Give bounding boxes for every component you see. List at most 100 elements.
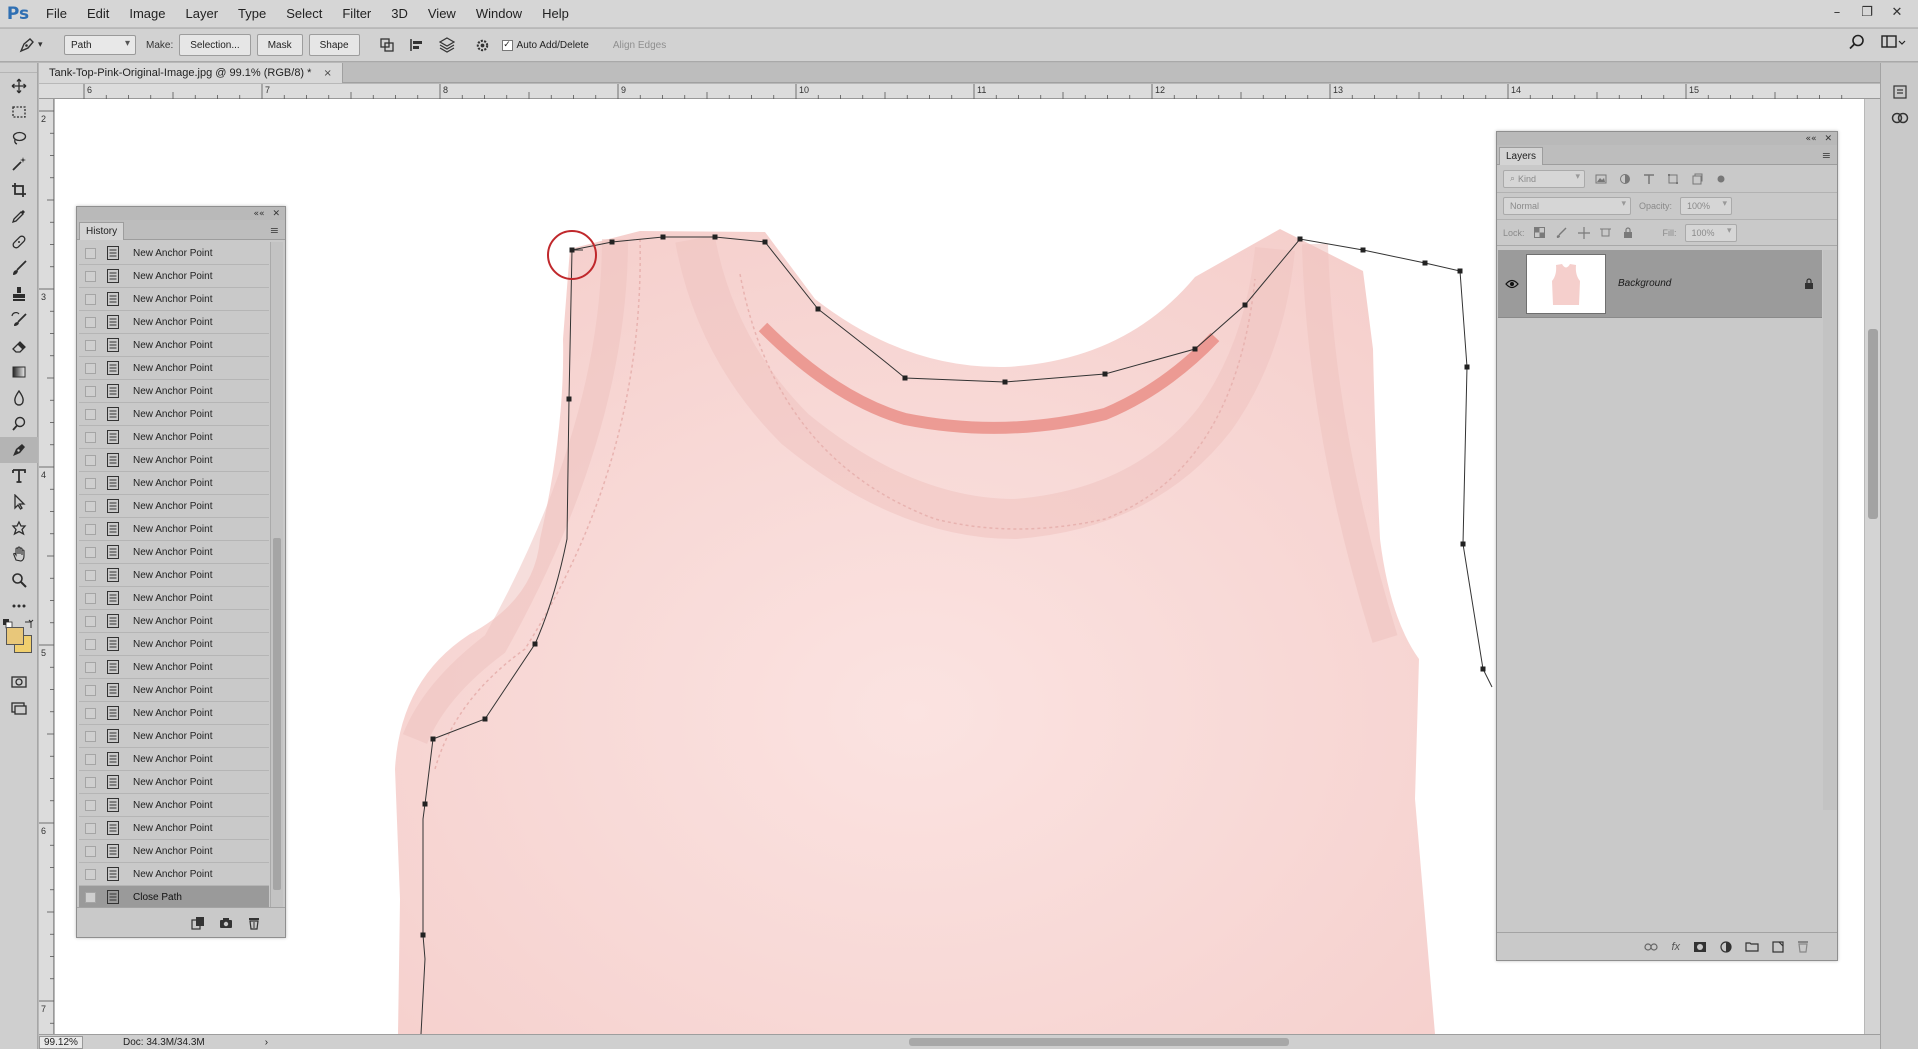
delete-layer-trash-icon[interactable]: [1797, 940, 1809, 953]
menu-view[interactable]: View: [418, 0, 466, 28]
history-state-row[interactable]: New Anchor Point: [79, 725, 269, 748]
history-state-row[interactable]: New Anchor Point: [79, 794, 269, 817]
canvas-vertical-scroll-thumb[interactable]: [1868, 329, 1878, 519]
toolbar-grip[interactable]: [0, 63, 37, 73]
minimize-icon[interactable]: –: [1824, 2, 1850, 22]
quick-mask-button[interactable]: [0, 669, 38, 695]
custom-shape-tool[interactable]: [0, 515, 38, 541]
hand-tool[interactable]: [0, 541, 38, 567]
history-state-row[interactable]: New Anchor Point: [79, 587, 269, 610]
zoom-level-field[interactable]: 99.12%: [39, 1035, 83, 1049]
anchor-point[interactable]: [1002, 379, 1008, 385]
history-state-row[interactable]: New Anchor Point: [79, 518, 269, 541]
search-icon[interactable]: [1848, 33, 1866, 51]
lock-position-icon[interactable]: [1577, 226, 1591, 240]
healing-brush-tool[interactable]: [0, 229, 38, 255]
history-brush-tool[interactable]: [0, 307, 38, 333]
anchor-point[interactable]: [1242, 302, 1248, 308]
menu-type[interactable]: Type: [228, 0, 276, 28]
anchor-point[interactable]: [815, 306, 821, 312]
history-scrollbar[interactable]: [270, 242, 283, 907]
menu-help[interactable]: Help: [532, 0, 579, 28]
history-snapshot-source-checkbox[interactable]: [85, 638, 96, 650]
menu-layer[interactable]: Layer: [176, 0, 229, 28]
anchor-point[interactable]: [712, 234, 718, 240]
history-state-row[interactable]: New Anchor Point: [79, 449, 269, 472]
lasso-tool[interactable]: [0, 125, 38, 151]
close-panel-icon[interactable]: ✕: [1824, 134, 1832, 144]
history-state-row[interactable]: New Anchor Point: [79, 472, 269, 495]
history-snapshot-source-checkbox[interactable]: [85, 523, 96, 535]
screen-mode-button[interactable]: [0, 695, 38, 721]
history-state-row[interactable]: New Anchor Point: [79, 495, 269, 518]
anchor-point[interactable]: [422, 801, 428, 807]
path-operations-button[interactable]: [374, 33, 400, 57]
edit-toolbar-button[interactable]: [0, 593, 38, 619]
type-tool[interactable]: [0, 463, 38, 489]
history-snapshot-source-checkbox[interactable]: [85, 753, 96, 765]
filter-shape-icon[interactable]: [1665, 171, 1681, 187]
history-snapshot-source-checkbox[interactable]: [85, 247, 96, 259]
history-snapshot-source-checkbox[interactable]: [85, 270, 96, 282]
history-snapshot-source-checkbox[interactable]: [85, 868, 96, 880]
status-menu-arrow[interactable]: ›: [265, 1037, 268, 1048]
history-snapshot-source-checkbox[interactable]: [85, 799, 96, 811]
eraser-tool[interactable]: [0, 333, 38, 359]
history-state-row[interactable]: New Anchor Point: [79, 334, 269, 357]
history-snapshot-source-checkbox[interactable]: [85, 316, 96, 328]
history-snapshot-source-checkbox[interactable]: [85, 845, 96, 857]
tab-layers[interactable]: Layers: [1499, 147, 1544, 165]
lock-all-icon[interactable]: [1621, 226, 1635, 240]
libraries-panel-button[interactable]: [1881, 105, 1918, 131]
anchor-point[interactable]: [569, 247, 575, 253]
history-snapshot-source-checkbox[interactable]: [85, 362, 96, 374]
history-state-row[interactable]: New Anchor Point: [79, 679, 269, 702]
anchor-point[interactable]: [1192, 346, 1198, 352]
opacity-field[interactable]: 100%: [1680, 197, 1733, 215]
canvas-vertical-scrollbar[interactable]: [1864, 99, 1880, 1034]
geometry-options-button[interactable]: [470, 33, 496, 57]
make-mask-button[interactable]: Mask: [256, 34, 303, 56]
eyedropper-tool[interactable]: [0, 203, 38, 229]
anchor-point[interactable]: [430, 736, 436, 742]
history-state-row[interactable]: New Anchor Point: [79, 242, 269, 265]
history-snapshot-source-checkbox[interactable]: [85, 569, 96, 581]
history-state-row[interactable]: New Anchor Point: [79, 403, 269, 426]
history-snapshot-source-checkbox[interactable]: [85, 776, 96, 788]
anchor-point[interactable]: [1457, 268, 1463, 274]
make-selection-button[interactable]: Selection...: [179, 34, 251, 56]
new-layer-icon[interactable]: [1772, 940, 1784, 953]
canvas-horizontal-scrollbar[interactable]: [319, 1037, 1859, 1047]
dodge-tool[interactable]: [0, 411, 38, 437]
history-state-row[interactable]: New Anchor Point: [79, 771, 269, 794]
collapse-panel-icon[interactable]: ««: [253, 209, 264, 219]
fill-field[interactable]: 100%: [1684, 223, 1737, 242]
anchor-point[interactable]: [1460, 541, 1466, 547]
workspace-switcher-icon[interactable]: [1880, 33, 1906, 51]
path-arrangement-button[interactable]: [434, 33, 460, 57]
adjustment-layer-icon[interactable]: [1720, 940, 1732, 953]
lock-image-pixels-icon[interactable]: [1555, 226, 1569, 240]
history-state-row[interactable]: New Anchor Point: [79, 265, 269, 288]
history-state-row[interactable]: New Anchor Point: [79, 610, 269, 633]
pen-mode-select[interactable]: Path: [64, 35, 136, 55]
history-snapshot-source-checkbox[interactable]: [85, 615, 96, 627]
crop-tool[interactable]: [0, 177, 38, 203]
history-state-row[interactable]: New Anchor Point: [79, 311, 269, 334]
history-snapshot-source-checkbox[interactable]: [85, 684, 96, 696]
marquee-tool[interactable]: [0, 99, 38, 125]
horizontal-ruler[interactable]: 6 7 8 9 10 11 12 13 14 15: [39, 84, 1880, 99]
menu-3d[interactable]: 3D: [381, 0, 418, 28]
new-document-from-state-icon[interactable]: [191, 916, 205, 930]
canvas-horizontal-scroll-thumb[interactable]: [909, 1038, 1289, 1046]
anchor-point[interactable]: [1297, 236, 1303, 242]
filter-smart-object-icon[interactable]: [1689, 171, 1705, 187]
tab-history[interactable]: History: [79, 222, 125, 240]
layers-scrollbar[interactable]: [1823, 250, 1837, 810]
anchor-point[interactable]: [660, 234, 666, 240]
layer-style-fx-icon[interactable]: fx: [1671, 941, 1680, 953]
panel-menu-icon[interactable]: ≡: [1822, 149, 1831, 162]
lock-artboard-icon[interactable]: [1599, 226, 1613, 240]
history-panel-button[interactable]: [1881, 79, 1918, 105]
swap-colors-icon[interactable]: [24, 619, 34, 629]
